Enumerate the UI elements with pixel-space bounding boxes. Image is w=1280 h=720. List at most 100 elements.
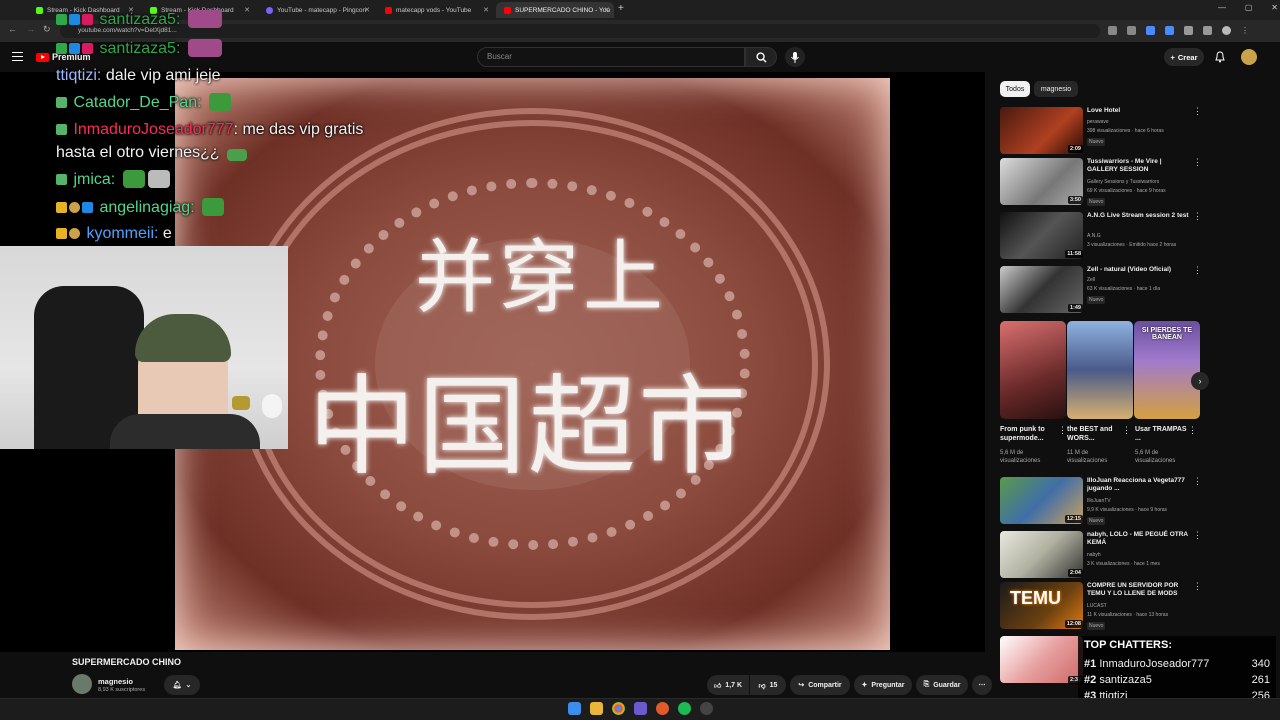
more-vertical-icon[interactable]: ⋮ — [1193, 581, 1202, 592]
rec-channel[interactable]: A.N.G — [1087, 233, 1101, 239]
rec-title[interactable]: Love Hotel — [1087, 107, 1192, 115]
minimize-icon[interactable]: — — [1218, 3, 1226, 12]
more-vertical-icon[interactable]: ⋮ — [1058, 425, 1067, 436]
rec-title[interactable]: COMPRE UN SERVIDOR POR TEMU Y LO LLENE D… — [1087, 582, 1192, 598]
short-thumbnail[interactable] — [1067, 321, 1133, 419]
chat-username: kyommeii — [86, 225, 155, 242]
channel-avatar[interactable] — [72, 674, 92, 694]
rec-channel[interactable]: Zell — [1087, 277, 1095, 283]
rec-meta: 69 K visualizaciones · hace 9 horas — [1087, 188, 1166, 194]
recommended-video[interactable]: 2:04 nabyh, LOLO - ME PEGUÉ OTRA KEMÁ na… — [1000, 530, 1210, 579]
microphone-icon — [791, 51, 799, 63]
shorts-next-button[interactable]: › — [1191, 372, 1209, 390]
short-title[interactable]: Usar TRAMPAS ... — [1135, 425, 1187, 443]
badge-icon — [82, 43, 93, 54]
maximize-icon[interactable]: ▢ — [1245, 3, 1253, 12]
short-title[interactable]: From punk to supermode... — [1000, 425, 1058, 443]
browser-tab-3[interactable]: YouTube - matecapp - Pingcon ✕ — [258, 2, 374, 18]
recommended-video[interactable]: TEMU 12:08 COMPRE UN SERVIDOR POR TEMU Y… — [1000, 581, 1210, 630]
rec-channel[interactable]: nabyh — [1087, 552, 1101, 558]
dislike-button[interactable]: 👎︎ 15 — [750, 675, 786, 695]
reload-icon[interactable]: ↻ — [43, 24, 51, 35]
more-vertical-icon[interactable]: ⋮ — [1193, 106, 1202, 117]
short-title[interactable]: the BEST and WORS... — [1067, 425, 1123, 443]
profile-avatar[interactable] — [1222, 26, 1231, 35]
more-vertical-icon[interactable]: ⋮ — [1193, 265, 1202, 276]
more-vertical-icon[interactable]: ⋮ — [1188, 425, 1197, 436]
voice-search-button[interactable] — [785, 47, 805, 67]
window-close-icon[interactable]: ✕ — [1271, 3, 1278, 12]
short-thumbnail[interactable] — [1000, 321, 1066, 419]
chrome-icon[interactable] — [612, 702, 625, 715]
duration-badge: 3:50 — [1067, 196, 1083, 204]
rec-title[interactable]: nabyh, LOLO - ME PEGUÉ OTRA KEMÁ — [1087, 531, 1192, 547]
rec-meta: 63 K visualizaciones · hace 1 día — [1087, 286, 1161, 292]
extension-icon[interactable] — [1203, 26, 1212, 35]
short-thumbnail[interactable]: SI PIERDES TE BANEAN — [1134, 321, 1200, 419]
more-vertical-icon[interactable]: ⋮ — [1193, 211, 1202, 222]
tab-title: matecapp vods - YouTube — [396, 6, 472, 14]
rec-channel[interactable]: perawave — [1087, 119, 1109, 125]
rec-title[interactable]: Tussiwarriors - Me Vire | GALLERY SESSIO… — [1087, 158, 1192, 174]
like-button[interactable]: 👍︎ 1,7 K — [707, 675, 749, 695]
obs-icon[interactable] — [700, 702, 713, 715]
bookmark-star-icon[interactable] — [1127, 26, 1136, 35]
account-avatar[interactable] — [1241, 49, 1257, 65]
more-actions-button[interactable]: ⋯ — [972, 675, 992, 695]
share-icon: ↪ — [798, 682, 805, 689]
chip-channel[interactable]: magnesio — [1034, 81, 1078, 97]
save-label: Guardar — [933, 681, 961, 689]
create-button[interactable]: + Crear — [1164, 48, 1204, 66]
duration-badge: 12:08 — [1064, 620, 1083, 628]
spotify-icon[interactable] — [678, 702, 691, 715]
hamburger-menu-icon[interactable] — [12, 52, 23, 61]
back-icon[interactable]: ← — [8, 24, 17, 34]
close-icon[interactable]: ✕ — [364, 6, 370, 14]
extension-icon[interactable] — [1184, 26, 1193, 35]
recommended-video[interactable]: 12:15 IlloJuan Reacciona a Vegeta777 jug… — [1000, 476, 1210, 525]
app-icon[interactable] — [634, 702, 647, 715]
more-vertical-icon[interactable]: ⋮ — [1193, 476, 1202, 487]
browser-tab-4[interactable]: matecapp vods - YouTube ✕ — [377, 2, 493, 18]
forward-icon[interactable]: → — [26, 24, 35, 34]
chatter-count: 340 — [1251, 658, 1270, 670]
rec-title[interactable]: A.N.G Live Stream session 2 test — [1087, 212, 1192, 220]
extension-icon[interactable] — [1146, 26, 1155, 35]
recommended-video[interactable]: 11:58 A.N.G Live Stream session 2 test A… — [1000, 211, 1210, 260]
rec-title[interactable]: IlloJuan Reacciona a Vegeta777 jugando .… — [1087, 477, 1192, 493]
desk-lamp — [262, 394, 282, 418]
close-icon[interactable]: ✕ — [244, 6, 250, 14]
ask-button[interactable]: ✦ Preguntar — [854, 675, 912, 695]
close-icon[interactable]: ✕ — [604, 6, 610, 14]
share-button[interactable]: ↪ Compartir — [790, 675, 850, 695]
subscribed-bell-button[interactable]: 🔔︎ ⌄ — [164, 675, 200, 695]
menu-kebab-icon[interactable]: ⋮ — [1241, 26, 1250, 35]
video-title: SUPERMERCADO CHINO — [72, 657, 182, 667]
extension-icon[interactable] — [1108, 26, 1117, 35]
chip-all[interactable]: Todos — [1000, 81, 1030, 97]
windows-start-icon[interactable] — [568, 702, 581, 715]
recommended-video[interactable]: 1:49 Zell - natural (Video Oficial) Zell… — [1000, 265, 1210, 314]
search-button[interactable] — [745, 47, 777, 67]
search-input[interactable]: Buscar — [477, 47, 745, 67]
recommended-video[interactable]: 2:09 Love Hotel perawave 398 visualizaci… — [1000, 106, 1210, 155]
save-button[interactable]: ⎘ Guardar — [916, 675, 968, 695]
new-tab-icon[interactable]: + — [618, 3, 624, 14]
rec-channel[interactable]: Gallery Sessions y Tussiwarriors — [1087, 179, 1159, 185]
browser-tab-5[interactable]: SUPERMERCADO CHINO - You ✕ — [496, 2, 614, 18]
rec-title[interactable]: Zell - natural (Video Oficial) — [1087, 266, 1192, 274]
file-explorer-icon[interactable] — [590, 702, 603, 715]
close-icon[interactable]: ✕ — [483, 6, 489, 14]
chat-username: santizaza5 — [99, 11, 176, 28]
more-vertical-icon[interactable]: ⋮ — [1122, 425, 1131, 436]
rec-channel[interactable]: LUCAST — [1087, 603, 1107, 609]
more-vertical-icon[interactable]: ⋮ — [1193, 157, 1202, 168]
channel-name[interactable]: magnesio — [98, 677, 133, 686]
more-vertical-icon[interactable]: ⋮ — [1193, 530, 1202, 541]
chatter-rank: #2 — [1084, 674, 1097, 686]
recommended-video[interactable]: 3:50 Tussiwarriors - Me Vire | GALLERY S… — [1000, 157, 1210, 206]
notifications-bell-icon[interactable] — [1214, 51, 1226, 63]
app-icon[interactable] — [656, 702, 669, 715]
extension-icon[interactable] — [1165, 26, 1174, 35]
rec-channel[interactable]: IlloJuanTV — [1087, 498, 1111, 504]
